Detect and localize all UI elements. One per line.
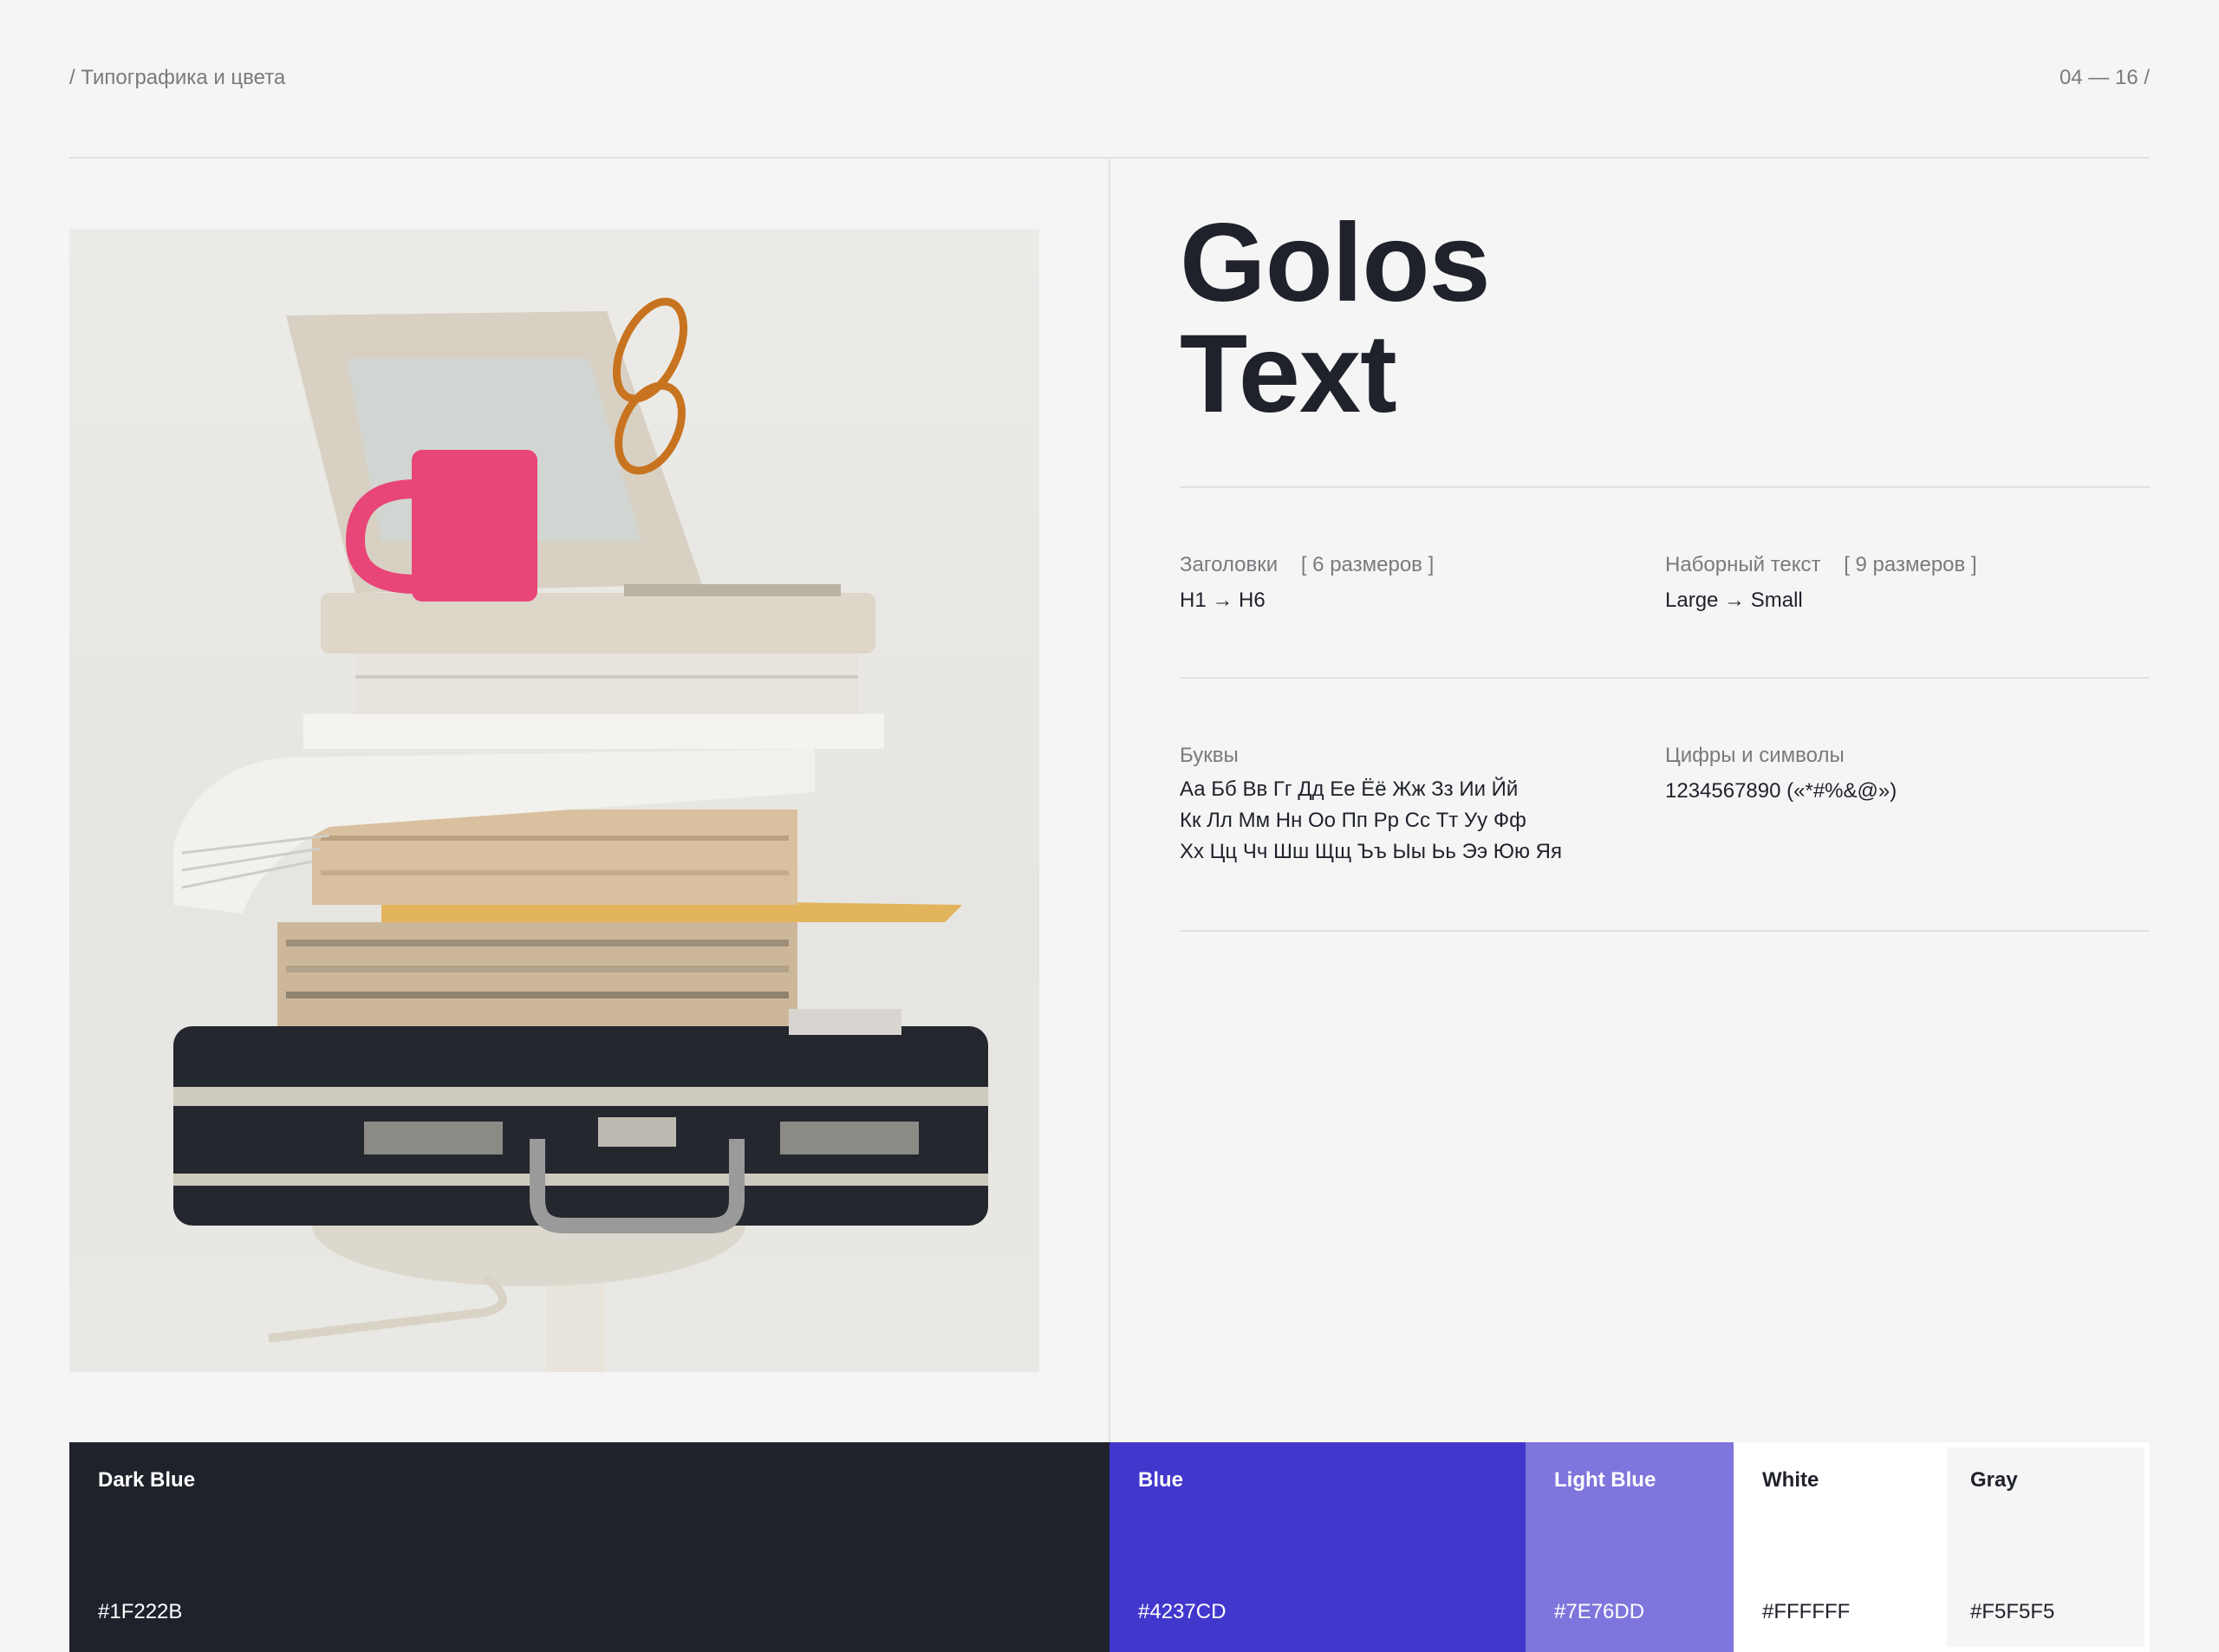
body-text-label: Наборный текст [ 9 размеров ] [1665,553,1977,576]
headings-value: H1 → H6 [1180,589,1266,612]
digits-value: 1234567890 («*#%&@») [1665,779,1897,803]
page-header: / Типографика и цвета 04 — 16 / [69,0,2150,158]
swatch-light-blue: Light Blue #7E76DD [1526,1442,1734,1652]
swatch-hex: #4237CD [1138,1600,1227,1623]
digits-label: Цифры и символы [1665,744,1845,767]
font-name-line2: Text [1180,312,1397,436]
letters-label: Буквы [1180,744,1239,767]
font-name: Golos Text [1180,201,1491,436]
spec-divider-2 [1180,677,2150,679]
swatch-name: Gray [1970,1468,2018,1492]
spec-divider-1 [1180,486,2150,488]
swatch-gray: Gray #F5F5F5 [1942,1442,2150,1652]
letters-value: Аа Бб Вв Гг Дд Ее Ёё Жж Зз Ии Йй Кк Лл М… [1180,774,1562,868]
body-text-value: Large → Small [1665,589,1803,612]
swatch-name: Dark Blue [98,1468,196,1492]
letters-line: Аа Бб Вв Гг Дд Ее Ёё Жж Зз Ии Йй [1180,777,1519,801]
swatch-dark-blue: Dark Blue #1F222B [69,1442,1110,1652]
hero-photo [69,229,1039,1372]
swatch-blue: Blue #4237CD [1110,1442,1526,1652]
page-counter: 04 — 16 / [2059,66,2150,89]
swatch-hex: #F5F5F5 [1970,1600,2055,1623]
color-palette: Dark Blue #1F222B Blue #4237CD Light Blu… [69,1442,2150,1652]
column-divider [1109,158,1110,1442]
swatch-hex: #1F222B [98,1600,183,1623]
swatch-hex: #7E76DD [1554,1600,1645,1623]
pink-mug [412,450,537,602]
swatch-name: White [1762,1468,1819,1492]
breadcrumb: / Типографика и цвета [69,66,286,89]
book-stack [355,654,858,714]
spec-divider-3 [1180,930,2150,932]
swatch-name: Light Blue [1554,1468,1656,1492]
swatch-name: Blue [1138,1468,1184,1492]
headings-label: Заголовки [ 6 размеров ] [1180,553,1435,576]
magazine-stack [277,922,797,1026]
swatch-hex: #FFFFFF [1762,1600,1851,1623]
letters-line: Хх Цц Чч Шш Щщ Ъъ Ыы Ьь Ээ Юю Яя [1180,840,1562,863]
swatch-white: White #FFFFFF [1734,1442,1942,1652]
letters-line: Кк Лл Мм Нн Оо Пп Рр Сс Тт Уу Фф [1180,809,1526,832]
retro-laptop [321,593,875,654]
font-name-line1: Golos [1180,201,1491,325]
